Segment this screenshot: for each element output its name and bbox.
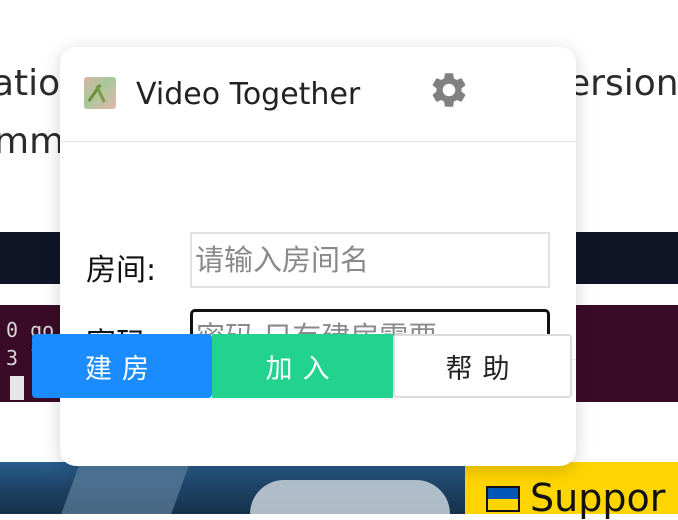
support-banner-text[interactable]: Suppor: [530, 476, 665, 520]
popup-title: Video Together: [136, 77, 361, 112]
popup-header: Video Together: [60, 47, 576, 142]
video-together-popup: Video Together 房间: 密码:: [60, 47, 576, 466]
room-name-input[interactable]: [190, 232, 550, 288]
background-text-fragment: ersion: [568, 63, 678, 104]
join-room-button[interactable]: 加入: [212, 334, 393, 398]
background-photo: [0, 462, 470, 514]
gear-icon[interactable]: [428, 69, 470, 111]
background-text-fragment: mm: [0, 121, 65, 162]
create-room-button[interactable]: 建房: [32, 334, 212, 398]
help-button[interactable]: 帮助: [393, 334, 572, 398]
room-label: 房间:: [86, 253, 157, 288]
terminal-cursor: [10, 376, 24, 400]
app-logo-icon: [84, 77, 116, 109]
ukraine-flag-icon: [486, 486, 520, 512]
